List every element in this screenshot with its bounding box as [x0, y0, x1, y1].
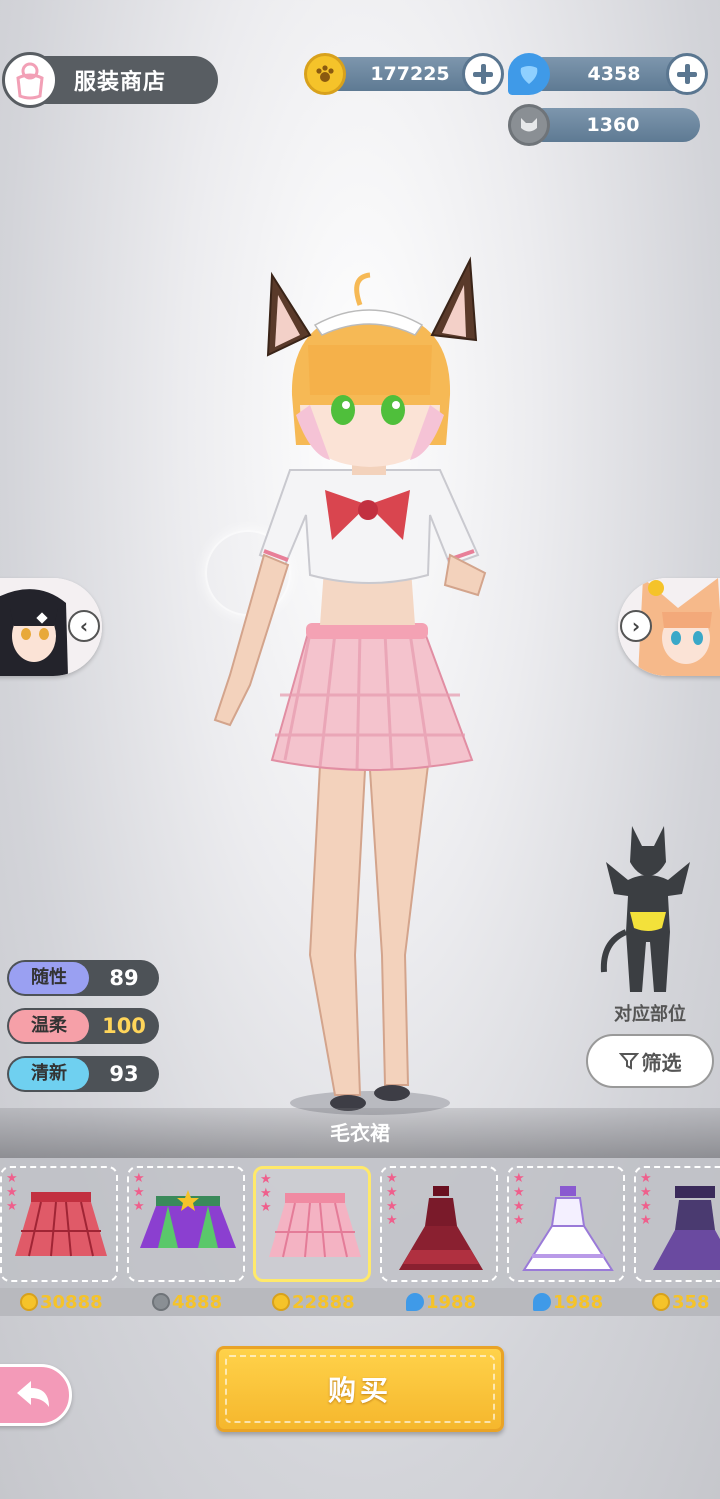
chevron-left-icon: ‹	[68, 610, 100, 642]
pink-skirt-icon	[269, 1193, 361, 1258]
stat-fresh: 清新 93	[7, 1056, 159, 1092]
item-dark-purple-outfit[interactable]: ★ ★ ★ ★	[634, 1166, 720, 1282]
outfit-icon	[2, 52, 58, 108]
price-value: 1988	[553, 1291, 604, 1313]
item-pink-plaid-skirt[interactable]: ★ ★ ★	[253, 1166, 371, 1282]
item-price: 1988	[533, 1290, 603, 1314]
coin-icon	[20, 1293, 38, 1311]
next-character-button[interactable]: ›	[618, 578, 720, 676]
gem-balance: 4358	[508, 53, 708, 95]
current-item-name: 毛衣裙	[0, 1108, 720, 1158]
coin-icon	[272, 1293, 290, 1311]
purple-outfit-icon	[653, 1186, 720, 1270]
add-coins-button[interactable]	[462, 53, 504, 95]
stat-label: 随性	[9, 962, 89, 994]
price-value: 1988	[426, 1291, 477, 1313]
red-skirt-icon	[15, 1192, 107, 1257]
body-part-label: 对应部位	[614, 1004, 686, 1025]
add-gems-button[interactable]	[666, 53, 708, 95]
purple-skirt-icon	[140, 1190, 236, 1248]
token-amount: 1360	[586, 114, 640, 136]
stat-label: 温柔	[9, 1010, 89, 1042]
item-red-plaid-skirt[interactable]: ★ ★ ★	[0, 1166, 118, 1282]
coin-icon	[652, 1293, 670, 1311]
filter-button[interactable]: 筛选	[586, 1034, 714, 1088]
item-price: 22888	[272, 1290, 355, 1314]
character-model[interactable]	[160, 255, 540, 1125]
red-dress-icon	[399, 1186, 483, 1270]
page-title: 服装商店	[74, 70, 167, 95]
stat-value: 100	[102, 1014, 146, 1038]
coin-balance: 177225	[304, 53, 504, 95]
price-value: 4888	[172, 1291, 223, 1313]
item-price: 30888	[20, 1290, 103, 1314]
return-arrow-icon	[17, 1381, 49, 1407]
previous-character-button[interactable]: ‹	[0, 578, 102, 676]
body-part-silhouette-icon	[600, 826, 690, 992]
shop-title-bar: 服装商店	[2, 52, 218, 108]
item-list: ★ ★ ★ ★ ★ ★ ★ ★ ★ ★ ★ ★ ★ ★ ★ ★ ★ ★ ★ ★ …	[0, 1158, 720, 1288]
stat-casual: 随性 89	[7, 960, 159, 996]
item-white-lace-dress[interactable]: ★ ★ ★ ★	[507, 1166, 625, 1282]
back-button[interactable]	[0, 1364, 72, 1426]
gem-icon	[406, 1293, 424, 1311]
stat-value: 93	[109, 1062, 139, 1086]
item-purple-skirt[interactable]: ★ ★ ★	[127, 1166, 245, 1282]
item-price: 358	[652, 1290, 710, 1314]
price-value: 30888	[40, 1291, 103, 1313]
gem-icon	[533, 1293, 551, 1311]
buy-label: 购买	[327, 1374, 392, 1407]
filter-label: 筛选	[641, 1050, 682, 1075]
item-price: 1988	[406, 1290, 476, 1314]
white-dress-icon	[522, 1186, 614, 1271]
stat-value: 89	[109, 966, 139, 990]
token-balance: 1360	[508, 104, 700, 146]
stat-gentle: 温柔 100	[7, 1008, 159, 1044]
chevron-right-icon: ›	[620, 610, 652, 642]
price-row: 30888 4888 22888 1988 1988 358	[0, 1288, 720, 1316]
item-price: 4888	[152, 1290, 222, 1314]
item-dark-red-dress[interactable]: ★ ★ ★ ★	[380, 1166, 498, 1282]
price-value: 22888	[292, 1291, 355, 1313]
cat-token-icon	[152, 1293, 170, 1311]
filter-icon	[618, 1053, 639, 1070]
buy-button[interactable]: 购买	[216, 1346, 504, 1432]
price-value: 358	[672, 1291, 710, 1313]
stat-label: 清新	[9, 1058, 89, 1090]
